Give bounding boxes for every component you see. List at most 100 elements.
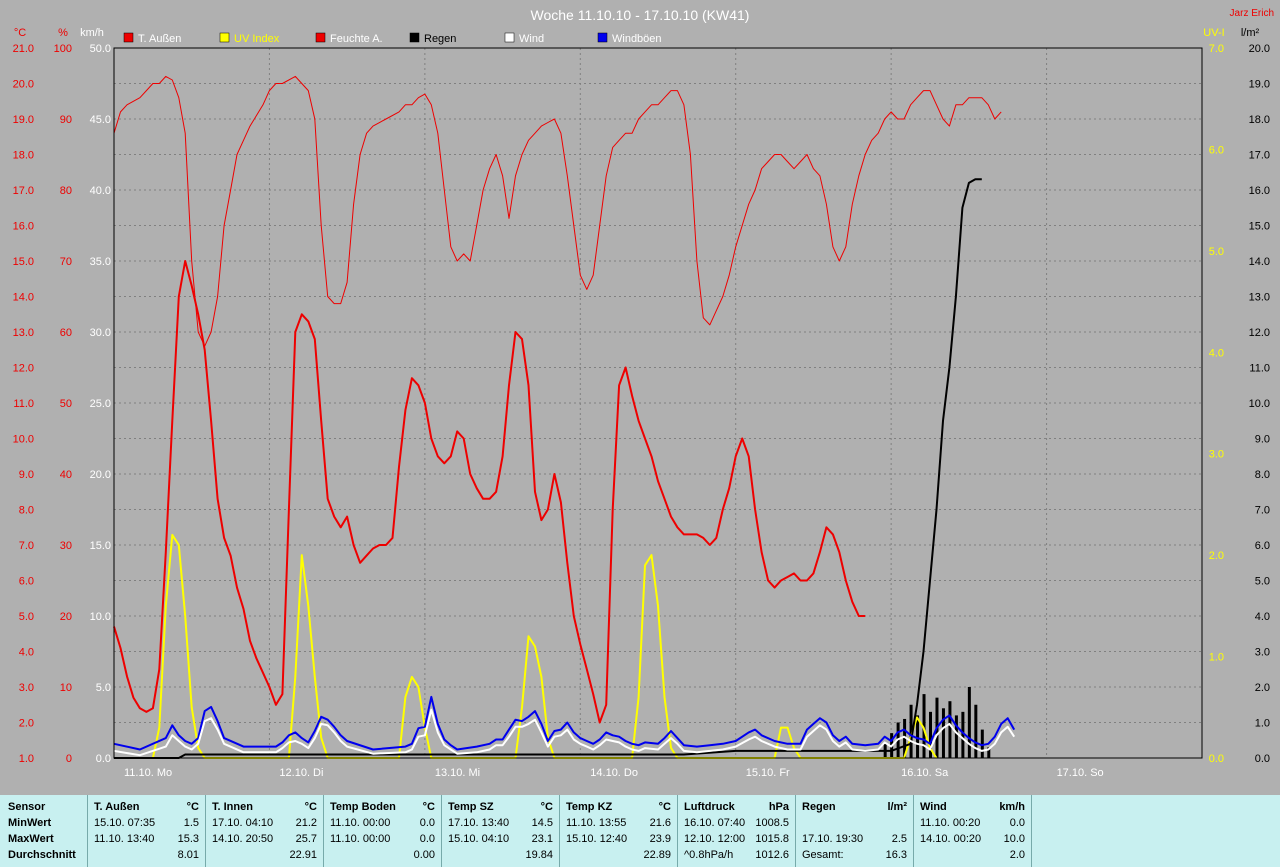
uv-tick-label: 6.0 — [1209, 144, 1224, 156]
temp-tick-label: 3.0 — [19, 682, 34, 694]
uv-tick-label: 1.0 — [1209, 652, 1224, 664]
rain-tick-label: 8.0 — [1255, 469, 1270, 481]
legend-swatch — [219, 32, 230, 43]
legend-swatch — [409, 32, 420, 43]
uv-tick-label: 4.0 — [1209, 347, 1224, 359]
stats-min-time: 11.10. 13:55 — [566, 817, 627, 829]
stats-unit: °C — [304, 801, 317, 813]
rain-bar — [948, 701, 952, 758]
stats-min-time: 17.10. 13:40 — [448, 817, 510, 829]
legend-label: Regen — [424, 33, 456, 45]
temp-tick-label: 10.0 — [13, 434, 34, 446]
wind-tick-label: 0.0 — [96, 753, 111, 765]
wind-tick-label: 5.0 — [96, 682, 111, 694]
stats-column: Regen l/m² 17.10. 19:30 2.5 Gesamt: 16.3 — [796, 795, 914, 867]
humid-tick-label: 100 — [54, 43, 72, 55]
rain-tick-label: 3.0 — [1255, 647, 1270, 659]
humid-tick-label: 0 — [66, 753, 72, 765]
stats-avg-value: 22.91 — [289, 849, 317, 861]
wind-tick-label: 35.0 — [90, 256, 111, 268]
stats-avg-value: 19.84 — [525, 849, 553, 861]
rain-tick-label: 0.0 — [1255, 753, 1270, 765]
rain-tick-label: 5.0 — [1255, 576, 1270, 588]
weather-chart: Woche 11.10.10 - 17.10.10 (KW41) Jarz Er… — [0, 0, 1280, 795]
rain-tick-label: 1.0 — [1255, 718, 1270, 730]
humid-tick-label: 60 — [60, 327, 72, 339]
humid-axis-unit: % — [58, 27, 68, 39]
temp-tick-label: 2.0 — [19, 718, 34, 730]
humid-tick-label: 20 — [60, 611, 72, 623]
stats-max-value: 1015.8 — [755, 833, 789, 845]
stats-avg-value: 22.89 — [643, 849, 671, 861]
stats-min-value: 21.2 — [295, 817, 317, 829]
humid-tick-label: 10 — [60, 682, 72, 694]
wind-tick-label: 30.0 — [90, 327, 111, 339]
legend-swatch — [597, 32, 608, 43]
temp-tick-label: 12.0 — [13, 363, 34, 375]
rain-tick-label: 11.0 — [1249, 363, 1270, 375]
rain-tick-label: 17.0 — [1249, 150, 1270, 162]
wind-tick-label: 50.0 — [90, 43, 111, 55]
stats-unit: °C — [186, 801, 199, 813]
wind-axis-unit: km/h — [80, 27, 104, 39]
stats-unit: °C — [658, 801, 671, 813]
temp-tick-label: 20.0 — [13, 79, 34, 91]
stats-sensor-name: Wind — [920, 801, 947, 813]
stats-min-value: 0.0 — [1009, 817, 1025, 829]
rain-tick-label: 4.0 — [1255, 611, 1270, 623]
stats-unit: km/h — [999, 801, 1025, 813]
stats-column: T. Innen °C 17.10. 04:10 21.2 14.10. 20:50 25… — [206, 795, 324, 867]
temp-tick-label: 1.0 — [19, 753, 34, 765]
wind-tick-label: 10.0 — [90, 611, 111, 623]
temp-tick-label: 6.0 — [19, 576, 34, 588]
humid-tick-label: 90 — [60, 114, 72, 126]
legend-swatch — [123, 32, 134, 43]
rain-tick-label: 9.0 — [1255, 434, 1270, 446]
temp-tick-label: 13.0 — [13, 327, 34, 339]
stats-avg-label: Gesamt: — [802, 849, 844, 861]
stats-max-time: 12.10. 12:00 — [684, 833, 746, 845]
temp-tick-label: 4.0 — [19, 647, 34, 659]
humid-tick-label: 50 — [60, 398, 72, 410]
temp-tick-label: 19.0 — [13, 114, 34, 126]
rain-tick-label: 13.0 — [1249, 292, 1270, 304]
humid-tick-label: 40 — [60, 469, 72, 481]
temp-tick-label: 17.0 — [13, 185, 34, 197]
temp-tick-label: 15.0 — [13, 256, 34, 268]
temp-tick-label: 5.0 — [19, 611, 34, 623]
stats-max-value: 23.1 — [531, 833, 553, 845]
legend-label: T. Außen — [138, 33, 181, 45]
stats-unit: °C — [422, 801, 435, 813]
day-label: 11.10. Mo — [124, 767, 172, 779]
stats-sensor-name: Temp KZ — [566, 801, 613, 813]
stats-min-value: 1008.5 — [755, 817, 789, 829]
stats-min-time: 15.10. 07:35 — [94, 817, 156, 829]
rain-tick-label: 12.0 — [1249, 327, 1270, 339]
wind-tick-label: 40.0 — [90, 185, 111, 197]
stats-sensor-name: Temp SZ — [448, 801, 494, 813]
stats-column: Temp KZ °C 11.10. 13:55 21.6 15.10. 12:40 23.… — [560, 795, 678, 867]
stats-max-time: 15.10. 04:10 — [448, 833, 510, 845]
stats-max-value: 15.3 — [177, 833, 199, 845]
stats-avg-label: ^0.8hPa/h — [684, 849, 734, 861]
stats-column: T. Außen °C 15.10. 07:35 1.5 11.10. 13:40 15.… — [88, 795, 206, 867]
rain-tick-label: 2.0 — [1255, 682, 1270, 694]
wind-tick-label: 25.0 — [90, 398, 111, 410]
legend-swatch — [315, 32, 326, 43]
stats-sensor-name: T. Außen — [94, 801, 140, 813]
rain-bar — [974, 704, 978, 758]
stats-min-time: 17.10. 04:10 — [212, 817, 274, 829]
rain-bar — [967, 687, 971, 758]
stats-min-time: 11.10. 00:00 — [330, 817, 391, 829]
day-label: 15.10. Fr — [746, 767, 790, 779]
day-label: 12.10. Di — [279, 767, 323, 779]
wind-tick-label: 15.0 — [90, 540, 111, 552]
stats-header-sensor: Sensor — [8, 801, 46, 813]
legend-label: Feuchte A. — [330, 33, 383, 45]
temp-tick-label: 9.0 — [19, 469, 34, 481]
day-label: 17.10. So — [1057, 767, 1104, 779]
stats-column: Temp SZ °C 17.10. 13:40 14.5 15.10. 04:10 23.… — [442, 795, 560, 867]
stats-avg-value: 1012.6 — [755, 849, 789, 861]
temp-tick-label: 7.0 — [19, 540, 34, 552]
stats-label-max: MaxWert — [8, 833, 54, 845]
